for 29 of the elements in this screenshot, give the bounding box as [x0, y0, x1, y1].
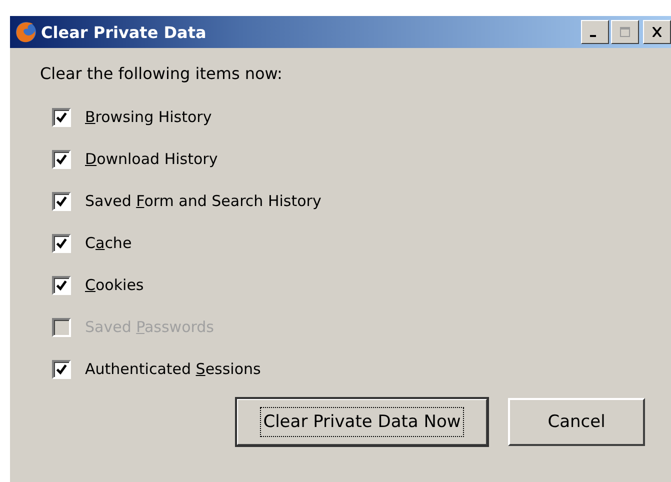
close-button[interactable] — [643, 20, 671, 44]
checkbox[interactable] — [52, 276, 71, 294]
window-title: Clear Private Data — [41, 22, 208, 42]
minimize-icon — [590, 35, 596, 37]
checkbox[interactable] — [52, 108, 71, 126]
instruction-text: Clear the following items now: — [40, 64, 284, 85]
cancel-button[interactable]: Cancel — [508, 398, 645, 446]
close-icon — [651, 27, 663, 37]
checkbox-label[interactable]: Browsing History — [85, 108, 212, 126]
checkbox[interactable] — [52, 360, 71, 378]
checkmark-icon — [55, 152, 68, 166]
checkmark-icon — [55, 362, 68, 376]
checkbox[interactable] — [52, 192, 71, 210]
checkmark-icon — [55, 110, 68, 124]
maximize-icon — [619, 27, 631, 37]
checkbox[interactable] — [52, 150, 71, 168]
checkbox-label[interactable]: Download History — [85, 150, 218, 168]
checkmark-icon — [55, 236, 68, 250]
checkmark-icon — [55, 278, 68, 292]
checkbox-label[interactable]: Authenticated Sessions — [85, 360, 261, 378]
maximize-button[interactable] — [611, 20, 639, 44]
checkbox-label[interactable]: Cache — [85, 234, 132, 252]
checkbox-label[interactable]: Saved Form and Search History — [85, 192, 322, 210]
checkmark-icon — [55, 194, 68, 208]
minimize-button[interactable] — [581, 20, 609, 44]
checkbox[interactable] — [52, 234, 71, 252]
fox-globe-icon — [14, 20, 38, 44]
clear-now-button[interactable]: Clear Private Data Now — [236, 398, 488, 446]
checkbox-label[interactable]: Cookies — [85, 276, 144, 294]
